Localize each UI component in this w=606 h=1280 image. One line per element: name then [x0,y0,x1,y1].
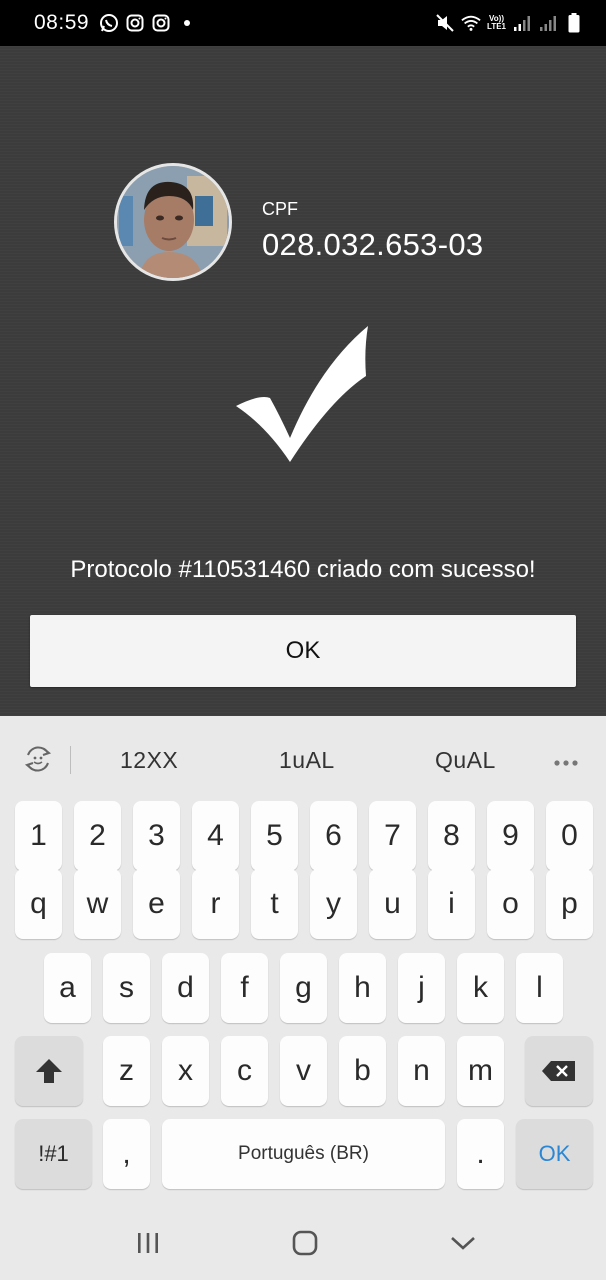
emoji-sync-icon[interactable] [22,743,54,780]
navigation-bar [0,1204,606,1280]
key-6[interactable]: 6 [310,801,357,871]
suggestion-bar: 12XX 1uAL QuAL [0,716,606,800]
symbols-key[interactable]: !#1 [15,1119,92,1189]
recent-apps-icon [138,1233,158,1253]
key-3[interactable]: 3 [133,801,180,871]
space-key[interactable]: Português (BR) [162,1119,445,1189]
key-p[interactable]: p [546,869,593,939]
key-t[interactable]: t [251,869,298,939]
key-o[interactable]: o [487,869,534,939]
backspace-icon [542,1061,575,1081]
comma-key[interactable]: , [103,1119,150,1189]
success-panel: CPF 028.032.653-03 Protocolo #110531460 … [0,46,606,716]
key-2[interactable]: 2 [74,801,121,871]
key-m[interactable]: m [457,1036,504,1106]
key-h[interactable]: h [339,953,386,1023]
key-x[interactable]: x [162,1036,209,1106]
instagram-icon [125,13,145,33]
key-4[interactable]: 4 [192,801,239,871]
key-8[interactable]: 8 [428,801,475,871]
home-icon [292,1230,318,1256]
mute-icon [435,13,455,33]
key-g[interactable]: g [280,953,327,1023]
key-z[interactable]: z [103,1036,150,1106]
key-c[interactable]: c [221,1036,268,1106]
signal-icon [512,13,532,33]
key-5[interactable]: 5 [251,801,298,871]
system-icons: Vo)) LTE1 [435,13,584,33]
avatar [114,163,232,281]
ok-button[interactable]: OK [30,615,576,687]
shift-key[interactable] [15,1036,83,1106]
backspace-key[interactable] [525,1036,593,1106]
key-l[interactable]: l [516,953,563,1023]
key-n[interactable]: n [398,1036,445,1106]
key-k[interactable]: k [457,953,504,1023]
cpf-label: CPF [262,199,298,219]
battery-icon [564,13,584,33]
notification-icons [99,13,197,33]
suggestion-1[interactable]: 12XX [120,747,178,774]
key-v[interactable]: v [280,1036,327,1106]
status-bar: 08:59 Vo)) LTE1 [0,0,606,46]
more-options-icon[interactable] [553,754,579,772]
key-d[interactable]: d [162,953,209,1023]
key-9[interactable]: 9 [487,801,534,871]
back-button[interactable] [448,1228,478,1258]
key-u[interactable]: u [369,869,416,939]
key-e[interactable]: e [133,869,180,939]
signal-icon [538,13,558,33]
key-i[interactable]: i [428,869,475,939]
wifi-icon [461,13,481,33]
key-b[interactable]: b [339,1036,386,1106]
more-notifications-dot-icon [177,13,197,33]
key-q[interactable]: q [15,869,62,939]
key-1[interactable]: 1 [15,801,62,871]
protocol-success-message: Protocolo #110531460 criado com sucesso! [70,556,536,583]
cpf-value: 028.032.653-03 [262,227,484,262]
soft-keyboard: 12XX 1uAL QuAL 1 2 3 4 5 6 7 8 9 0 q w e… [0,716,606,1204]
suggestion-3[interactable]: QuAL [435,747,496,774]
key-f[interactable]: f [221,953,268,1023]
key-s[interactable]: s [103,953,150,1023]
period-key[interactable]: . [457,1119,504,1189]
instagram-icon [151,13,171,33]
suggestion-2[interactable]: 1uAL [279,747,335,774]
network-label: LTE1 [487,22,506,31]
key-y[interactable]: y [310,869,357,939]
key-w[interactable]: w [74,869,121,939]
suggestion-divider [70,746,71,774]
back-chevron-down-icon [451,1237,475,1250]
key-0[interactable]: 0 [546,801,593,871]
key-a[interactable]: a [44,953,91,1023]
key-7[interactable]: 7 [369,801,416,871]
user-photo-icon [117,166,229,278]
keyboard-ok-key[interactable]: OK [516,1119,593,1189]
recent-apps-button[interactable] [133,1228,163,1258]
status-time: 08:59 [34,11,90,34]
home-button[interactable] [290,1228,320,1258]
volte-lte-indicator: Vo)) LTE1 [487,15,506,31]
success-checkmark-icon [236,326,368,462]
key-r[interactable]: r [192,869,239,939]
shift-arrow-icon [36,1059,62,1083]
whatsapp-icon [99,13,119,33]
key-j[interactable]: j [398,953,445,1023]
